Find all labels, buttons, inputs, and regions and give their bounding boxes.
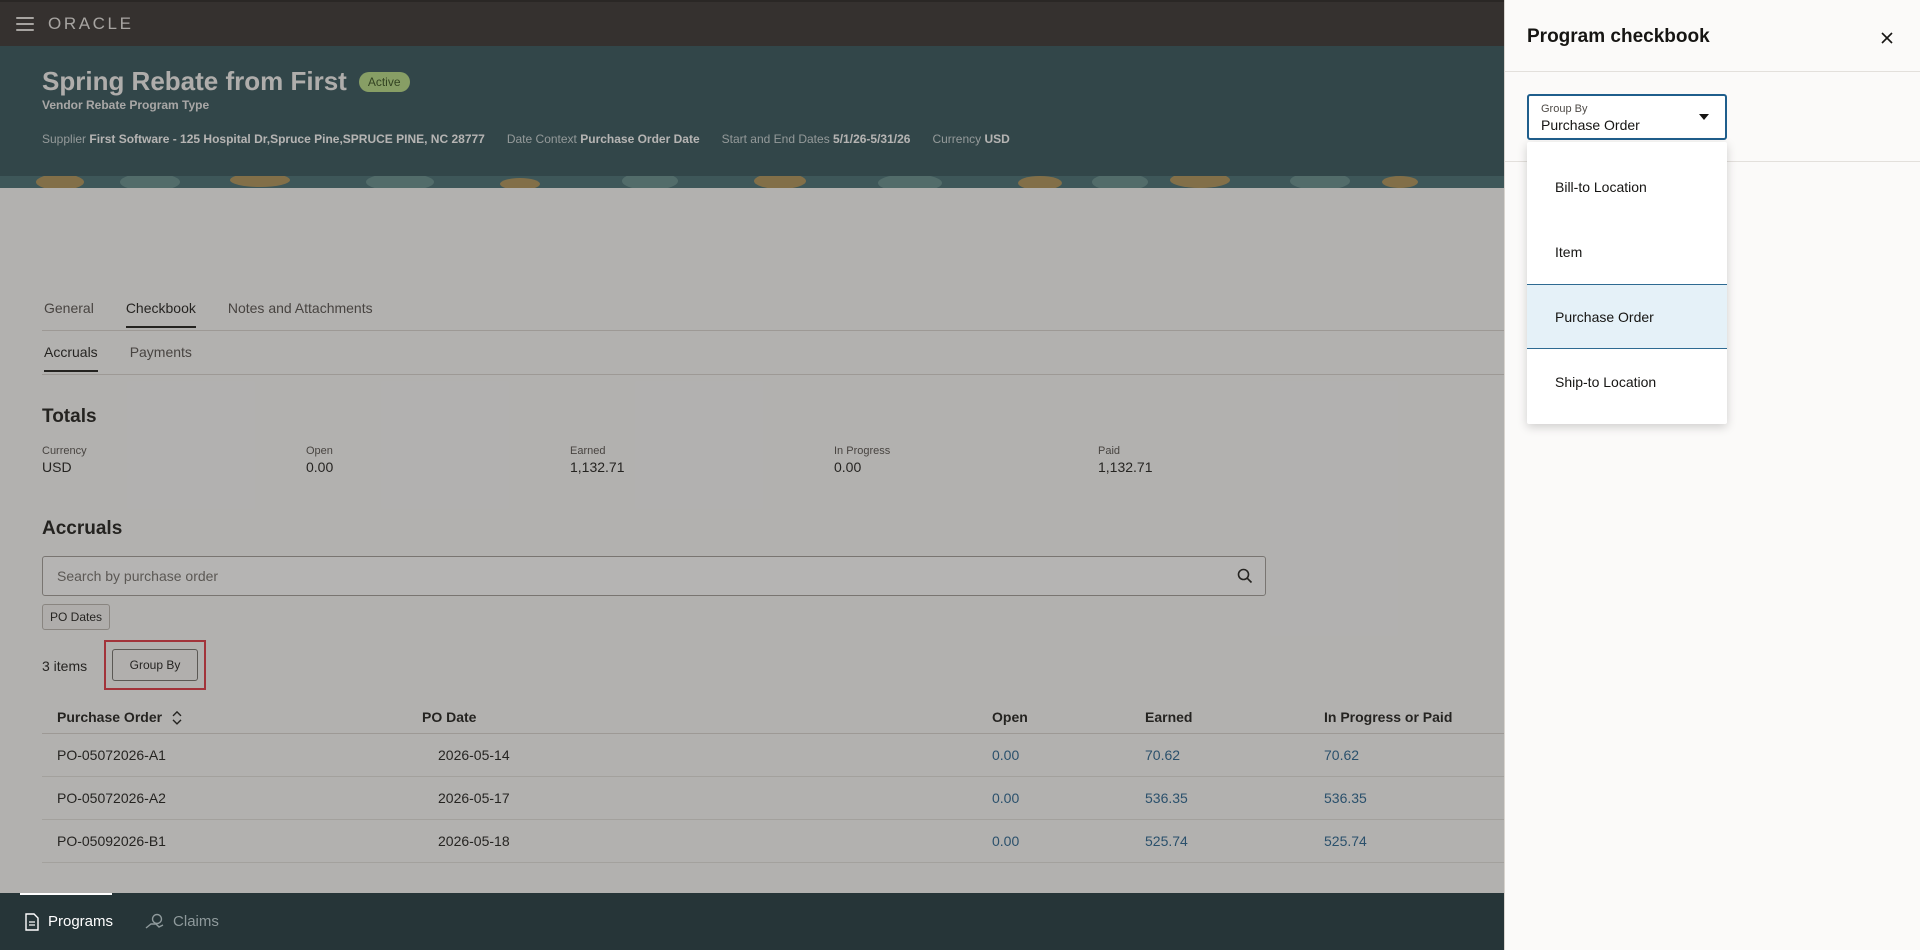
option-ship-to-location[interactable]: Ship-to Location <box>1527 349 1727 414</box>
option-bill-to-location[interactable]: Bill-to Location <box>1527 154 1727 219</box>
drawer-title: Program checkbook <box>1527 26 1710 47</box>
document-icon <box>25 912 39 931</box>
claims-icon <box>145 913 164 929</box>
group-by-dropdown: Bill-to Location Item Purchase Order Shi… <box>1527 142 1727 424</box>
nav-programs[interactable]: Programs <box>19 893 115 950</box>
drawer-divider <box>1505 71 1920 72</box>
program-checkbook-drawer: Program checkbook Group By Purchase Orde… <box>1504 0 1920 950</box>
option-purchase-order[interactable]: Purchase Order <box>1527 284 1727 349</box>
group-by-select[interactable]: Group By Purchase Order <box>1527 94 1727 140</box>
close-icon[interactable] <box>1875 26 1899 50</box>
nav-claims[interactable]: Claims <box>143 893 221 950</box>
modal-backdrop[interactable] <box>0 0 1504 950</box>
option-item[interactable]: Item <box>1527 219 1727 284</box>
caret-down-icon[interactable] <box>1699 114 1709 120</box>
group-by-value: Purchase Order <box>1541 117 1640 133</box>
group-by-label: Group By <box>1541 103 1588 115</box>
bottom-navigation: Programs Claims <box>0 893 1504 950</box>
